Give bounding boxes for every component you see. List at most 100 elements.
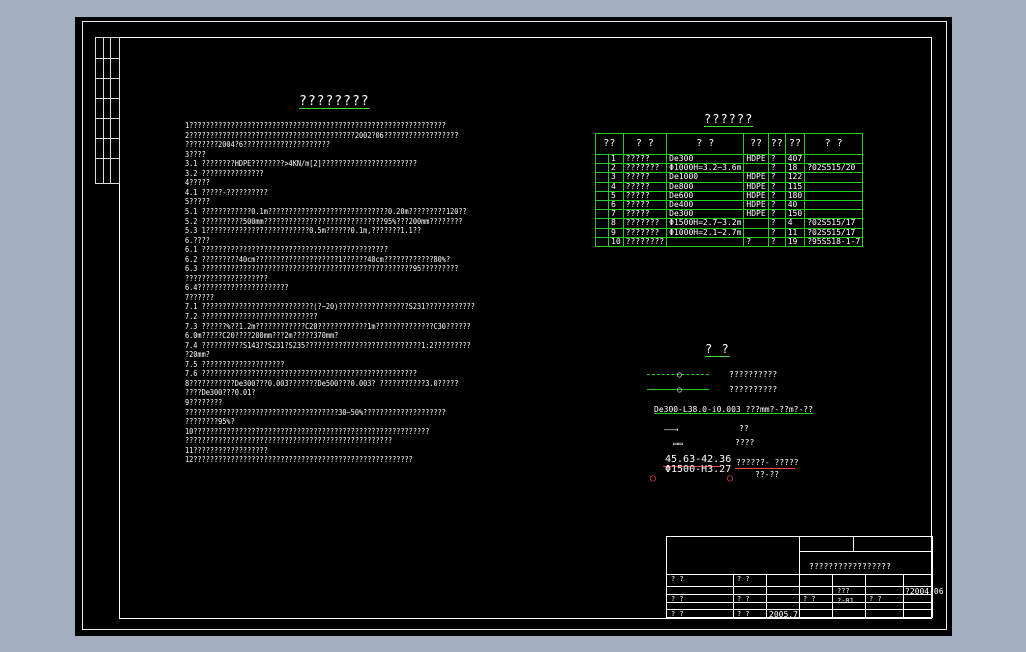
table-cell: De800 [666,181,745,192]
note-line: ???????????????????? [185,273,268,283]
note-line: ????????????????????????????????????????… [185,436,393,446]
note-line: 5.3 1?????????????????????????0.5m??????… [185,226,422,236]
note-line: 8???????????De300???0.003???????De500???… [185,378,459,388]
table-cell [743,227,769,238]
tb-label: ? ? [869,595,882,603]
table-cell: ? [767,218,786,229]
table-cell: ????? [622,181,668,192]
note-line: 7.3 ??????%??1.2m????????????C20????????… [185,321,471,331]
note-line: 3???? [185,149,206,159]
note-line: 4.1 ?????-?????????? [185,187,268,197]
arrow-icon: ——→ [664,425,679,434]
legend-title: ? ? [705,342,730,356]
note-line: 7.4 ??????????S143??S231?S235???????????… [185,340,471,350]
legend-item: ?????????? [729,385,778,394]
table-cell: ???????? [622,236,668,247]
table-row: 8??????? Φ1500H=2.7~3.2m? 4 ?02S515/17 [595,218,864,229]
note-line: 6.2 ?????????40cm????????????????????1??… [185,254,451,264]
leader-line [735,468,795,469]
legend-item: ?? [739,424,749,433]
tb-label: ? ? [737,595,750,603]
table-row: 10?????????? 19 ?95S518-1-7 [595,236,864,247]
note-line: 7.2 ???????????????????????????? [185,312,318,321]
note-line: 5.2 ??????????500mm?????????????????????… [185,216,463,226]
note-line: ????????2004?6????????????????????? [185,140,330,150]
table-cell [804,190,864,201]
binding-strip [95,37,120,184]
inlet-icon: ▭▭ [673,439,683,448]
table-cell: ??????? [622,218,668,229]
table-cell: ?95S518-1-7 [804,236,864,247]
table-cell [595,181,609,192]
drawing-sheet: ???????? 1??????????????????????????????… [75,17,952,636]
note-line: 7.1 ???????????????????????????(?~20)???… [185,302,475,312]
legend-pipe-label: De300-L38.0-i0.003 ???mm?-??m?-?? [654,405,813,414]
table-cell: HDPE [743,209,769,220]
legend-item: ?????????? [729,370,778,379]
table-cell: ?02S515/17 [804,227,864,238]
table-header-cell: ? ? [804,133,864,155]
table-cell [595,163,609,174]
table-header-cell: ? ? [666,133,745,155]
table-cell: 4 [784,218,806,229]
tb-label: ? ? [671,595,684,603]
table-cell: 19 [784,236,806,247]
table-cell: HDPE [743,172,769,183]
tb-label: ? ? [671,610,684,618]
note-line: ????????95%? [185,417,235,427]
drawing-number: ?2004-06 [905,587,944,596]
title-block: ????????????????? ? ? ? ? ? ? ? ? ? ? ? … [666,536,944,619]
scale-value: ??? [837,587,850,595]
table-header-row: ??? ?? ???????? ? [595,133,864,155]
legend-node-icon: ○ [677,385,682,394]
note-line: 6.4?????????????????????? [185,283,289,293]
table-cell: 9 [608,227,624,238]
manhole-icon: ○ [727,473,734,484]
table-header-cell: ?? [743,133,769,155]
table-cell: 3 [608,172,624,183]
table-cell: ? [743,236,769,247]
table-cell [595,227,609,238]
table-cell [595,153,609,165]
table-cell: 8 [608,218,624,229]
manhole-icon: ○ [650,473,657,484]
table-cell: ? [767,172,786,183]
legend-node-icon: ○ [677,370,682,379]
project-name: ????????????????? [809,562,891,571]
table-cell [804,172,864,183]
table-cell [595,199,609,211]
table-cell: ?02S515/17 [804,218,864,229]
note-line: 2???????????????????????????????????????… [185,130,459,140]
table-cell [595,172,609,183]
tb-label: ? ? [737,610,750,618]
note-line: 3.1 ????????HDPE????????>4KN/m[2]???????… [185,159,417,169]
note-line: 3.2 ??????????????? [185,168,264,178]
table-cell: 11 [784,227,806,238]
table-cell: ? [767,181,786,192]
note-line: 10??????????????????????????????????????… [185,426,430,436]
table-cell: 10 [608,236,624,247]
legend-item: ??????- ????? [736,458,799,467]
table-cell: 4 [608,181,624,192]
note-line: 6.0m?????C20????200mm???2m?????370mm? [185,331,339,341]
material-table: ??? ?? ???????? ? 1????? De300 HDPE? 407 2??… [595,133,864,247]
note-line: ????De300???0.01? [185,388,256,398]
table-title: ?????? [704,112,754,126]
note-line: 9???????? [185,397,223,407]
note-line: 7.5 ???????????????????? [185,359,285,369]
table-cell: HDPE [743,181,769,192]
note-line: 7?????? [185,292,214,302]
table-cell: ????? [622,172,668,183]
tb-label: ? ? [737,575,750,583]
table-header-cell: ?? [595,133,624,155]
note-line: 5????? [185,197,210,207]
table-cell [666,236,745,247]
table-row: 4????? De800 HDPE? 115 [595,181,864,192]
tb-label: ? ? [671,575,684,583]
table-header-cell: ?? [784,133,806,155]
table-header-cell: ? ? [622,133,668,155]
legend-item: ??-?? [755,470,780,479]
note-line: 1???????????????????????????????????????… [185,121,446,130]
table-cell: Φ1500H=2.7~3.2m [666,218,745,229]
table-cell [595,190,609,201]
